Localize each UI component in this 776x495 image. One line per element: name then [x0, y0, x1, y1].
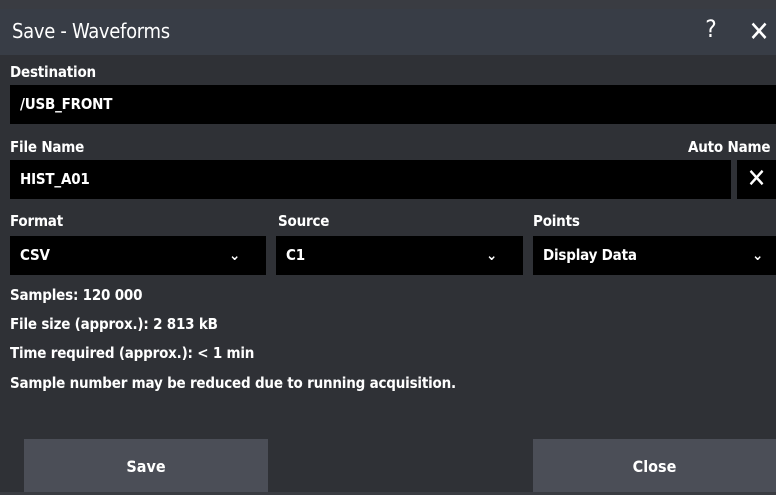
chevron-down-icon: ⌄ — [229, 246, 241, 264]
help-icon[interactable]: ? — [700, 15, 722, 43]
save-button[interactable]: Save — [24, 439, 268, 492]
source-value: C1 — [286, 246, 305, 264]
close-button[interactable]: Close — [533, 439, 776, 492]
file-name-value: HIST_A01 — [20, 170, 90, 188]
format-value: CSV — [20, 246, 50, 264]
acquisition-note: Sample number may be reduced due to runn… — [10, 374, 456, 392]
auto-name-label[interactable]: Auto Name — [688, 138, 770, 156]
clear-file-name-button[interactable]: ✕ — [737, 160, 776, 199]
destination-field[interactable]: /USB_FRONT — [10, 85, 776, 124]
source-label: Source — [278, 212, 330, 230]
dialog-title-bar: Save - Waveforms ? ✕ — [0, 9, 776, 55]
points-value: Display Data — [543, 246, 637, 264]
time-required-text: Time required (approx.): < 1 min — [10, 344, 255, 362]
destination-value: /USB_FRONT — [20, 95, 113, 113]
destination-label: Destination — [10, 63, 96, 81]
file-name-field[interactable]: HIST_A01 — [10, 160, 731, 199]
chevron-down-icon: ⌄ — [752, 246, 764, 264]
dialog-title: Save - Waveforms — [12, 19, 170, 43]
close-icon[interactable]: ✕ — [744, 15, 774, 48]
points-label: Points — [533, 212, 580, 230]
file-size-text: File size (approx.): 2 813 kB — [10, 315, 218, 333]
file-name-label: File Name — [10, 138, 85, 156]
format-label: Format — [10, 212, 63, 230]
format-select[interactable]: CSV ⌄ — [10, 236, 266, 275]
samples-text: Samples: 120 000 — [10, 286, 143, 304]
source-select[interactable]: C1 ⌄ — [276, 236, 523, 275]
chevron-down-icon: ⌄ — [486, 246, 498, 264]
points-select[interactable]: Display Data ⌄ — [533, 236, 776, 275]
